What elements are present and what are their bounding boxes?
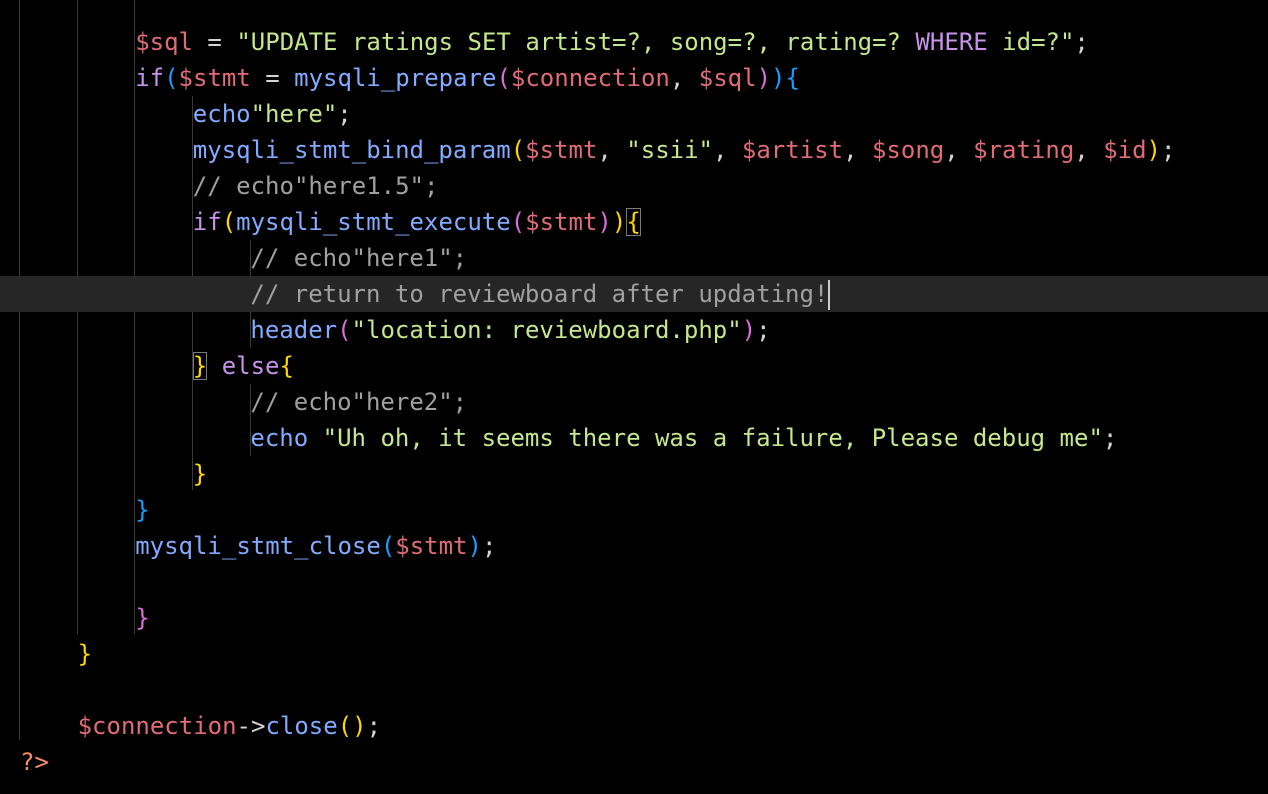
code-token: { [279, 352, 294, 380]
code-token: ( [496, 64, 511, 92]
code-token: , [1074, 136, 1104, 164]
code-token: $id [1103, 136, 1147, 164]
code-token: id=?" [987, 28, 1075, 56]
code-token: // echo"here1"; [250, 244, 468, 272]
code-token: mysqli_stmt_bind_param [192, 136, 511, 164]
code-token: } [192, 460, 208, 488]
code-token: WHERE [915, 28, 988, 56]
code-token: ) [756, 64, 772, 92]
code-token: , [669, 64, 699, 92]
code-token: , [944, 136, 974, 164]
code-token: // return to reviewboard after updating! [250, 280, 829, 308]
code-token: $connection [77, 712, 237, 740]
code-token: "Uh oh, it seems there was a failure, Pl… [322, 424, 1103, 452]
code-token: ( [221, 208, 237, 236]
code-token: = [192, 28, 237, 56]
code-token: ; [1074, 28, 1089, 56]
code-token: { [785, 64, 800, 92]
code-token: , [843, 136, 872, 164]
code-token: if [192, 208, 222, 236]
code-token: "ssii" [626, 136, 713, 164]
code-token: header [250, 316, 338, 344]
code-token: ) [611, 208, 627, 236]
code-token: // echo"here1.5"; [192, 172, 439, 200]
code-token: $rating [973, 136, 1075, 164]
code-token: ) [771, 64, 786, 92]
code-token: } [135, 496, 150, 524]
code-token: $stmt [395, 532, 468, 560]
code-token: if [135, 64, 165, 92]
code-token: ) [1146, 136, 1161, 164]
code-token: ( [510, 136, 526, 164]
code-token: $stmt [178, 64, 251, 92]
code-token: $sql [698, 64, 757, 92]
code-token: () [337, 712, 367, 740]
code-token: echo [192, 100, 251, 128]
code-token: $sql [135, 28, 193, 56]
code-token: "UPDATE ratings SET artist=?, song=?, ra… [236, 28, 916, 56]
code-token: // echo"here2"; [250, 388, 468, 416]
text-cursor [828, 280, 831, 310]
code-token: mysqli_stmt_close [135, 532, 381, 560]
code-token: , [597, 136, 627, 164]
code-token: ; [366, 712, 382, 740]
code-token: ?> [20, 748, 49, 776]
code-token: $stmt [525, 208, 598, 236]
code-token: ; [337, 100, 352, 128]
code-token: ( [337, 316, 352, 344]
code-token: -> [236, 712, 266, 740]
code-token: { [626, 208, 641, 236]
code-token: } [135, 604, 150, 632]
code-token: mysqli_stmt_execute [236, 208, 511, 236]
code-line[interactable]: // return to reviewboard after updating! [0, 276, 1268, 312]
code-token: $stmt [525, 136, 598, 164]
code-token: ) [741, 316, 757, 344]
code-token: ; [1102, 424, 1118, 452]
code-token: } [77, 640, 93, 668]
code-token: else [221, 352, 280, 380]
code-token: ; [756, 316, 771, 344]
code-token: ) [597, 208, 612, 236]
code-token: close [265, 712, 338, 740]
code-token: $connection [510, 64, 670, 92]
code-token: , [713, 136, 742, 164]
code-token: $artist [741, 136, 844, 164]
code-token: echo [250, 424, 309, 452]
code-token: = [250, 64, 295, 92]
code-token: ( [380, 532, 396, 560]
code-token: mysqli_prepare [294, 64, 497, 92]
indent-guide [19, 0, 20, 740]
code-token: ( [164, 64, 179, 92]
code-token: "location: reviewboard.php" [351, 316, 742, 344]
code-token: ( [510, 208, 526, 236]
code-token: ; [1161, 136, 1176, 164]
code-token: ; [481, 532, 497, 560]
code-editor[interactable]: $sql = "UPDATE ratings SET artist=?, son… [0, 0, 1268, 794]
code-token: ) [467, 532, 482, 560]
code-token: $song [871, 136, 945, 164]
indent-guide [77, 0, 78, 634]
code-token: "here" [250, 100, 338, 128]
code-token: } [192, 352, 208, 380]
